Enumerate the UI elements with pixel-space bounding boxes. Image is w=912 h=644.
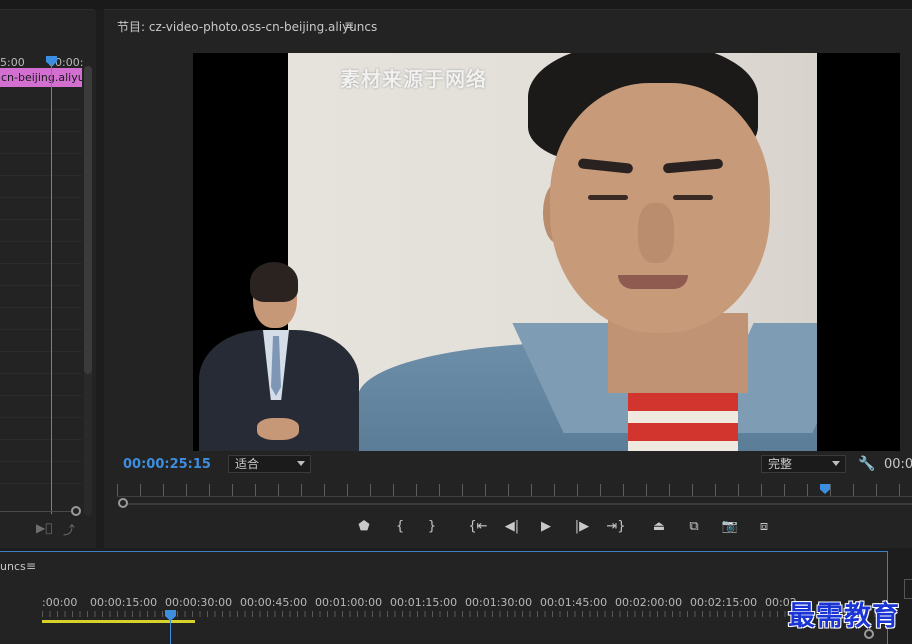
monitor-zoom-track xyxy=(122,503,912,505)
track-row xyxy=(0,308,82,330)
extract-icon[interactable]: ⧉ xyxy=(683,516,705,538)
ruler-timecode: 00:00:15:00 xyxy=(90,596,158,609)
video-frame-image: 素材来源于网络 xyxy=(288,53,817,451)
track-row xyxy=(0,418,82,440)
compare-icon[interactable]: ⧈ xyxy=(753,516,775,538)
sequence-title[interactable]: uncs xyxy=(0,560,26,573)
ruler-timecode: 00:00:45:00 xyxy=(240,596,308,609)
zoom-level-value: 适合 xyxy=(235,457,260,471)
play-icon[interactable]: ▶ xyxy=(535,516,557,538)
ruler-timecode: :00:00 xyxy=(42,596,78,609)
track-row xyxy=(0,220,82,242)
add-marker-icon[interactable]: ⬟ xyxy=(353,516,375,538)
zoom-level-select[interactable]: 适合 xyxy=(228,455,311,473)
video-watermark: 素材来源于网络 xyxy=(340,67,487,91)
lift-icon[interactable]: ⏏ xyxy=(648,516,670,538)
panel-title[interactable]: 节目: cz-video-photo.oss-cn-beijing.aliyun… xyxy=(117,18,377,35)
track-row xyxy=(0,242,82,264)
vertical-scrollbar[interactable] xyxy=(84,66,92,374)
frame-eye xyxy=(673,195,713,200)
zoom-handle[interactable] xyxy=(71,506,81,516)
ruler-timecode: 00:01:30:00 xyxy=(465,596,533,609)
ruler-timecode: 00:02:00:00 xyxy=(615,596,683,609)
track-row xyxy=(0,352,82,374)
playback-resolution-select[interactable]: 完整 xyxy=(761,455,846,473)
camera-icon[interactable]: 📷 xyxy=(719,516,741,538)
top-strip xyxy=(0,0,912,10)
presenter-overlay xyxy=(193,258,363,451)
resolution-value: 完整 xyxy=(768,457,793,471)
track-row xyxy=(0,176,82,198)
chevron-down-icon xyxy=(832,461,840,466)
monitor-zoom-handle[interactable] xyxy=(118,498,128,508)
export-frame-icon[interactable]: ▶⃒ xyxy=(36,521,52,535)
ruler-timecode: 00:01:15:00 xyxy=(390,596,458,609)
track-row xyxy=(0,462,82,484)
mark-out-icon[interactable]: } xyxy=(421,516,443,538)
playhead-line xyxy=(51,62,52,514)
ruler-timecode: 00:01:00:00 xyxy=(315,596,383,609)
panel-menu-icon[interactable]: ≡ xyxy=(26,559,36,573)
track-row xyxy=(0,374,82,396)
ruler-baseline xyxy=(117,496,912,497)
track-row xyxy=(0,88,82,110)
presenter-hands xyxy=(257,418,299,440)
insert-icon[interactable]: ⤴ xyxy=(63,521,75,538)
track-row xyxy=(0,110,82,132)
work-area-bar[interactable] xyxy=(42,620,195,623)
frame-eye xyxy=(588,195,628,200)
track-row xyxy=(0,440,82,462)
go-to-in-icon[interactable]: {⇤ xyxy=(467,516,489,538)
track-row xyxy=(0,330,82,352)
track-row xyxy=(0,396,82,418)
frame-mouth xyxy=(618,275,688,289)
playhead-line xyxy=(170,620,171,644)
playhead-timecode[interactable]: 00:00:25:15 xyxy=(123,457,211,472)
chevron-down-icon xyxy=(297,461,305,466)
monitor-time-ruler[interactable] xyxy=(117,484,912,496)
premiere-workspace: 5:00 00:00: cn-beijing.aliyun ▶⃒ ⤴ 节目: c… xyxy=(0,0,912,644)
go-to-out-icon[interactable]: ⇥} xyxy=(605,516,627,538)
wrench-icon[interactable]: 🔧 xyxy=(858,456,875,472)
presenter-hair xyxy=(250,262,298,302)
ruler-timecode: 00:02:15:00 xyxy=(690,596,758,609)
video-preview[interactable]: 素材来源于网络 xyxy=(193,53,900,451)
ruler-timecode: 00:00:30:00 xyxy=(165,596,233,609)
duration-timecode: 00:0 xyxy=(884,457,912,472)
track-row xyxy=(0,198,82,220)
mark-in-icon[interactable]: { xyxy=(389,516,411,538)
zoom-track xyxy=(0,511,76,512)
frame-nose xyxy=(638,203,674,263)
track-row xyxy=(0,286,82,308)
adjacent-panel-control[interactable] xyxy=(904,579,912,599)
ruler-timecode: 00:01:45:00 xyxy=(540,596,608,609)
brand-watermark: 最需教育 xyxy=(788,601,900,632)
step-forward-icon[interactable]: |▶ xyxy=(571,516,593,538)
timeline-clip[interactable]: cn-beijing.aliyun xyxy=(0,68,82,87)
track-row xyxy=(0,264,82,286)
track-rows xyxy=(0,88,82,506)
panel-menu-icon[interactable]: ≡ xyxy=(344,18,354,32)
step-back-icon[interactable]: ◀| xyxy=(501,516,523,538)
track-row xyxy=(0,154,82,176)
track-row xyxy=(0,132,82,154)
